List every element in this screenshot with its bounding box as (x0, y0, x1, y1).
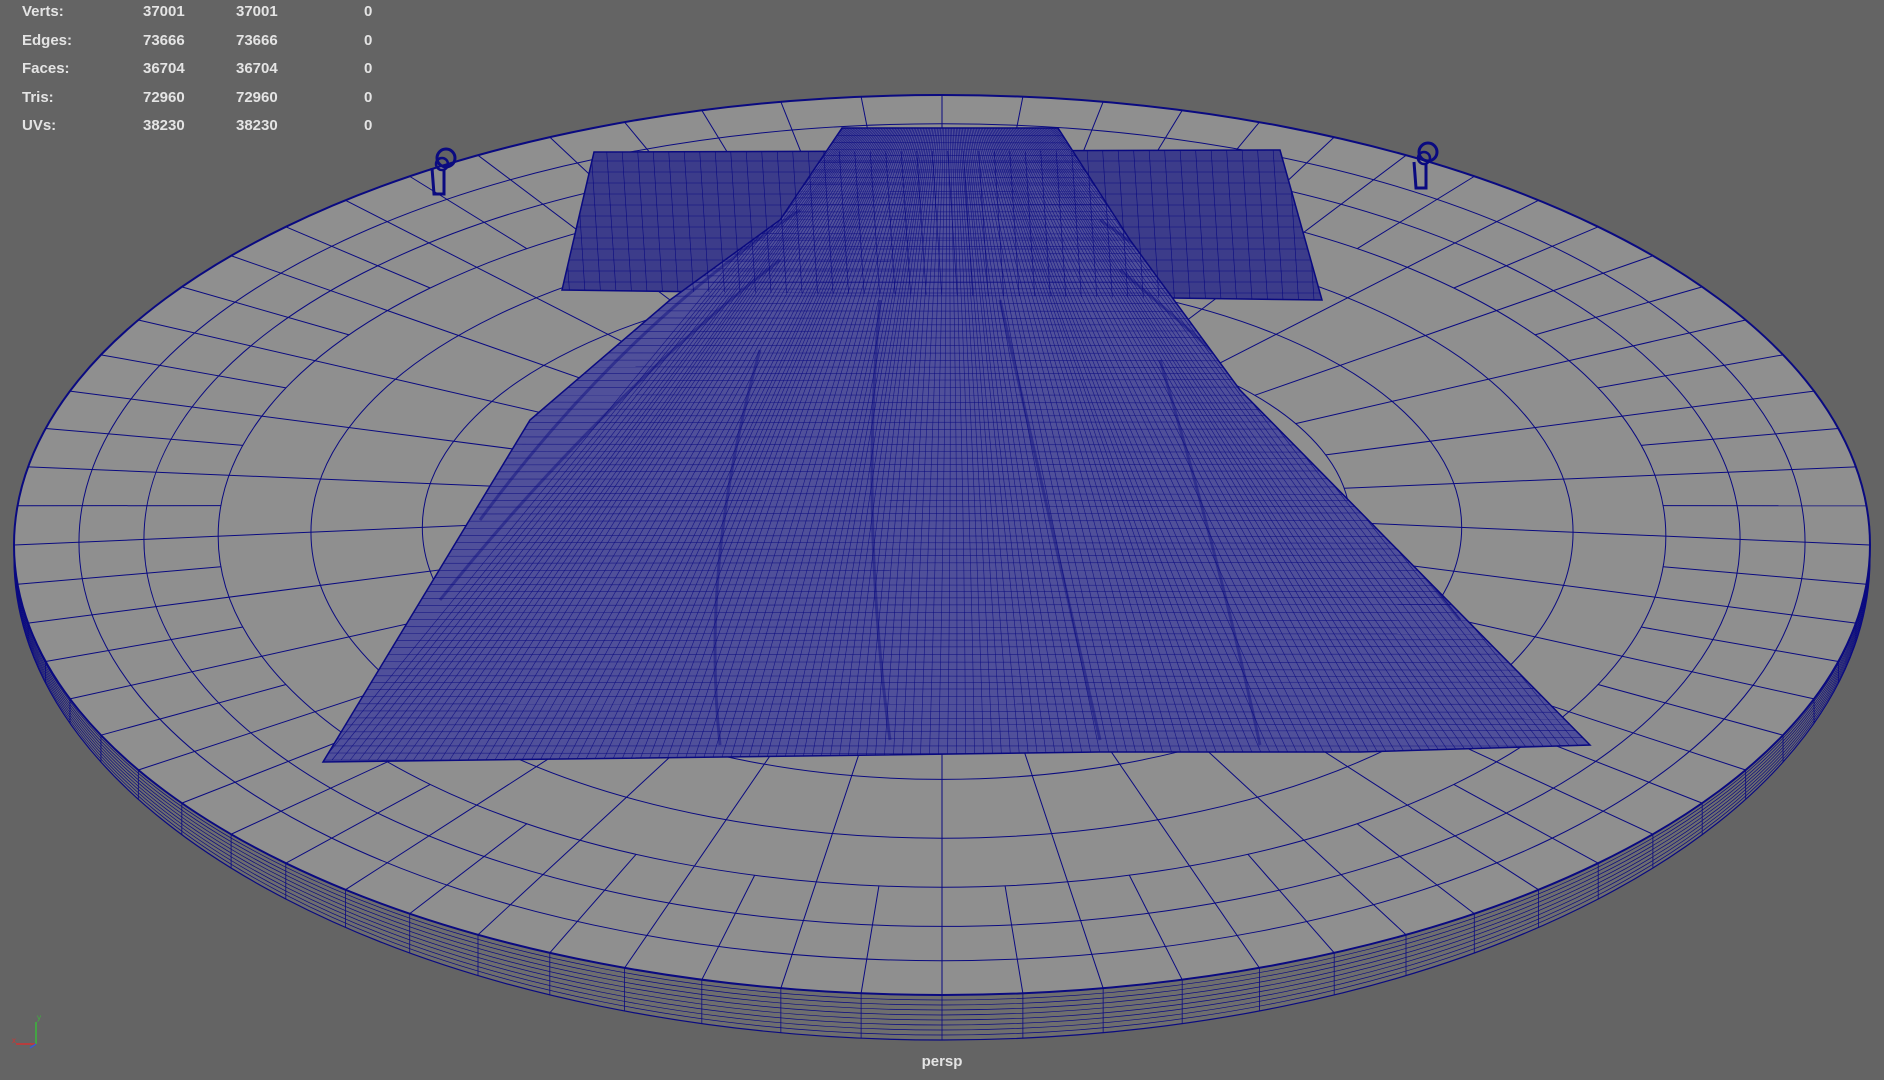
camera-name-label: persp (921, 1053, 963, 1070)
hud-value-total: 37001 (143, 3, 185, 20)
scene-wireframe[interactable] (0, 0, 1884, 1080)
hud-label: UVs: (22, 117, 57, 134)
hud-label: Tris: (22, 88, 54, 106)
hud-value-selected: 37001 (236, 3, 278, 20)
axis-gizmo-icon: y x (12, 1013, 41, 1049)
hud-value-total: 72960 (143, 88, 185, 106)
hud-row: Edges: 73666 73666 0 (0, 32, 400, 52)
hud-value-total: 36704 (143, 60, 185, 77)
hud-value-total: 38230 (143, 117, 185, 134)
axis-x-label: x (12, 1036, 16, 1045)
hud-label: Edges: (22, 31, 73, 49)
hud-row: UVs: 38230 38230 0 (0, 117, 400, 137)
hud-value-total: 73666 (143, 31, 185, 49)
axis-y-label: y (37, 1013, 41, 1022)
hud-row: Verts: 37001 37001 0 (0, 3, 400, 23)
hud-value-component: 0 (364, 117, 373, 134)
viewport-panel[interactable]: Verts: 37001 37001 0 Edges: 73666 73666 0 Faces:… (0, 0, 1884, 1080)
hud-value-component: 0 (364, 88, 373, 106)
hud-value-selected: 72960 (236, 88, 278, 106)
hud-label: Faces: (22, 60, 70, 77)
hud-label: Verts: (22, 3, 64, 20)
hud-value-selected: 36704 (236, 60, 278, 77)
hud-row: Faces: 36704 36704 0 (0, 60, 400, 80)
hud-value-component: 0 (364, 60, 373, 77)
hud-value-selected: 38230 (236, 117, 278, 134)
poly-count-hud: Verts: 37001 37001 0 Edges: 73666 73666 0 Faces:… (0, 0, 400, 140)
hud-value-component: 0 (364, 31, 373, 49)
hud-value-selected: 73666 (236, 31, 278, 49)
hud-row: Tris: 72960 72960 0 (0, 89, 400, 109)
hud-value-component: 0 (364, 3, 373, 20)
